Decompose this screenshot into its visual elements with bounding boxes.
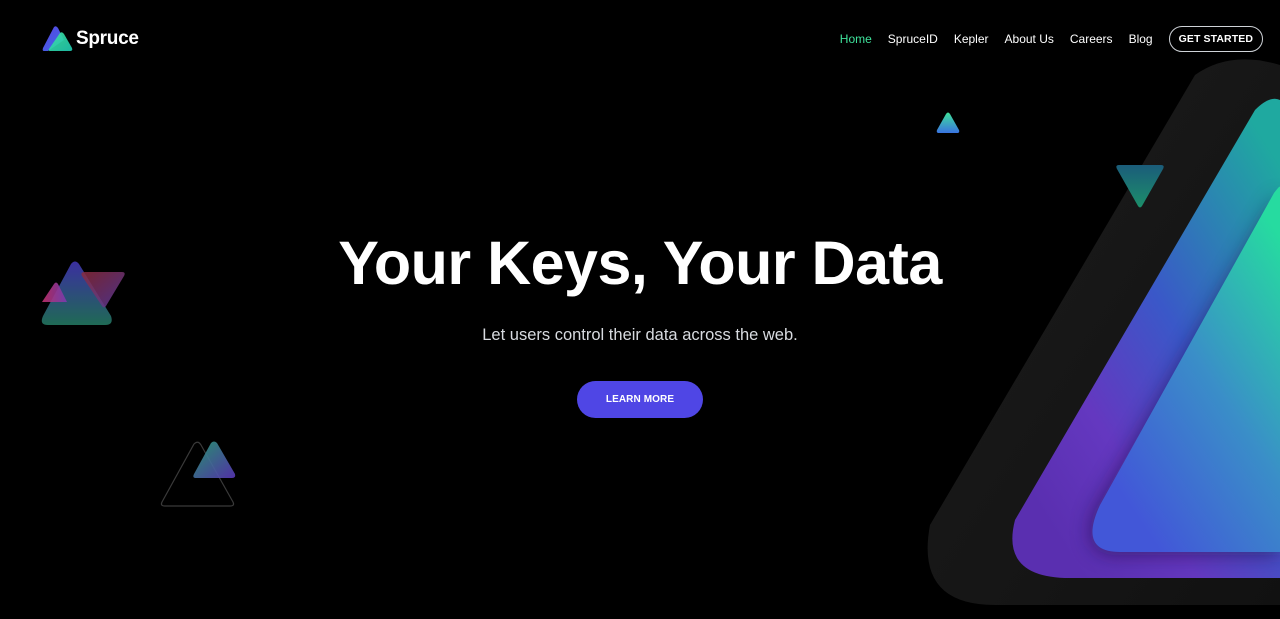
- spruce-logo[interactable]: Spruce: [42, 25, 139, 53]
- learn-more-button[interactable]: LEARN MORE: [577, 381, 703, 418]
- hero-subtitle: Let users control their data across the …: [482, 326, 798, 344]
- page: Spruce Home SpruceID Kepler About Us Car…: [0, 0, 1280, 619]
- main-nav: Home SpruceID Kepler About Us Careers Bl…: [840, 25, 1263, 53]
- nav-item-home[interactable]: Home: [840, 32, 872, 46]
- brand-name: Spruce: [76, 28, 139, 49]
- nav-item-kepler[interactable]: Kepler: [954, 32, 989, 46]
- hero-title: Your Keys, Your Data: [338, 229, 942, 297]
- spruce-triangle-logo-icon: [42, 26, 73, 51]
- get-started-button[interactable]: GET STARTED: [1168, 26, 1263, 52]
- inverted-triangle-icon: [1116, 165, 1164, 208]
- nav-item-careers[interactable]: Careers: [1070, 32, 1113, 46]
- small-triangle-icon: [936, 112, 960, 133]
- nav-item-about-us[interactable]: About Us: [1005, 32, 1054, 46]
- outline-triangle-graphic: [160, 441, 236, 507]
- nav-item-blog[interactable]: Blog: [1129, 32, 1153, 46]
- nav-item-spruceid[interactable]: SpruceID: [888, 32, 938, 46]
